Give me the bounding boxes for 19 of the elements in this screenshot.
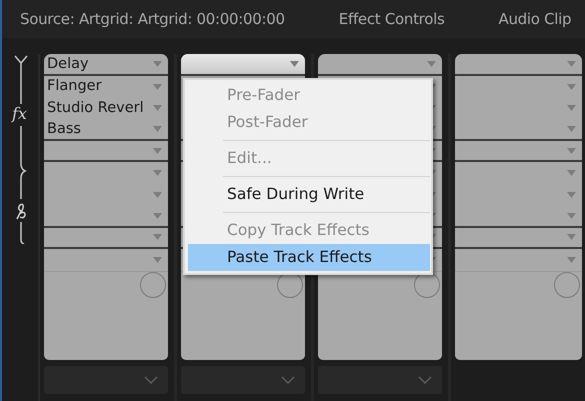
effect-slot[interactable]: Flanger: [44, 76, 168, 98]
fx-label: fx: [12, 106, 27, 122]
output-dropdown[interactable]: [318, 366, 442, 394]
effect-slot[interactable]: Delay: [44, 54, 168, 76]
chevron-down-icon: [144, 376, 158, 384]
output-dropdown[interactable]: [181, 366, 305, 394]
effect-slot[interactable]: Studio Reverl: [44, 97, 168, 120]
panel-tab[interactable]: Source: Artgrid: Artgrid: 00:00:00:00: [20, 8, 285, 30]
effect-slot[interactable]: Bass: [44, 119, 168, 141]
menu-item[interactable]: Paste Track Effects: [188, 244, 430, 271]
chevron-down-icon: [281, 376, 295, 384]
chevron-down-icon: [418, 376, 432, 384]
pan-knob[interactable]: [554, 272, 580, 298]
panel-tab[interactable]: Effect Controls: [338, 8, 444, 30]
menu-item[interactable]: Safe During Write: [188, 181, 430, 208]
pan-knob[interactable]: [140, 272, 166, 298]
panel-tab[interactable]: Audio Clip: [498, 8, 572, 30]
output-dropdown[interactable]: [44, 366, 168, 394]
effect-slot[interactable]: [181, 54, 305, 76]
